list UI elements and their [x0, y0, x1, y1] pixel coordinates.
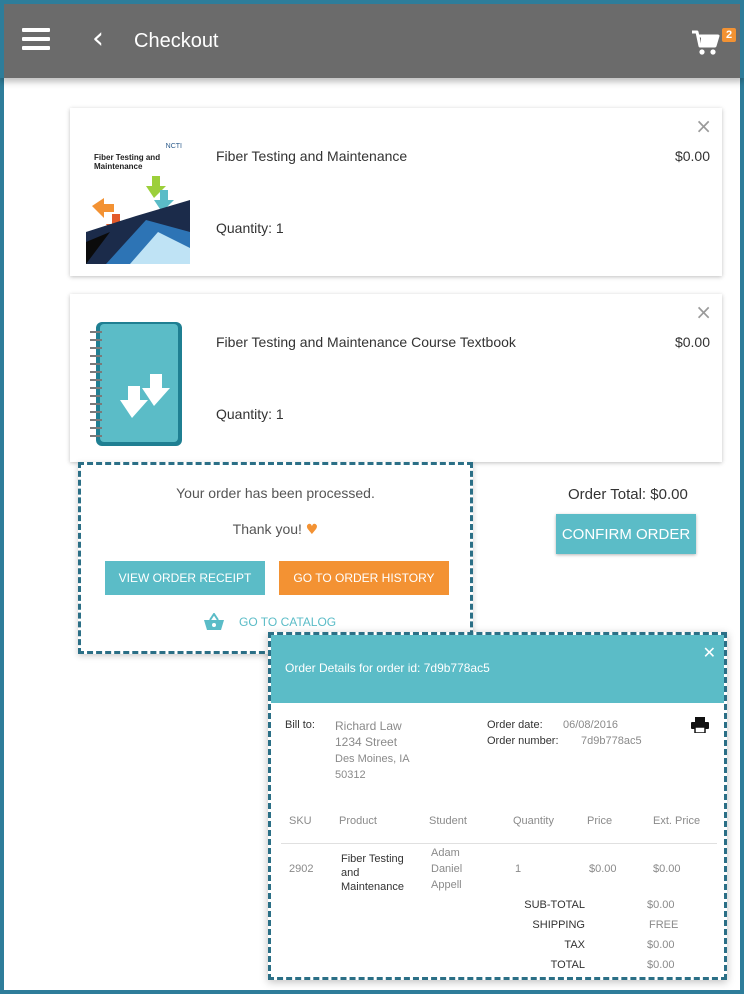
cart-item-card: Fiber Testing and Maintenance Course Tex…: [70, 294, 722, 462]
cover-title-line1: Fiber Testing and: [94, 153, 160, 162]
shopping-cart-icon[interactable]: [690, 28, 720, 58]
bill-to-zip: 50312: [335, 769, 366, 781]
shopping-basket-icon: [204, 613, 224, 630]
cart-item-card: NCTI Fiber Testing and Maintenance Fiber…: [70, 108, 722, 276]
view-order-receipt-button[interactable]: VIEW ORDER RECEIPT: [105, 561, 265, 595]
order-total-label: Order Total:: [568, 486, 647, 503]
row-ext-price: $0.00: [653, 863, 681, 875]
order-history-button[interactable]: GO TO ORDER HISTORY: [279, 561, 449, 595]
app-bar: ‹ Checkout 2: [0, 0, 744, 78]
col-sku: SKU: [289, 815, 312, 827]
remove-item-close-icon[interactable]: ×: [695, 300, 712, 324]
quantity-label: Quantity:: [216, 406, 273, 422]
hamburger-menu-icon[interactable]: [22, 28, 50, 52]
cart-item-quantity: Quantity: 1: [216, 220, 284, 236]
heart-icon: ♥: [305, 522, 319, 538]
quantity-label: Quantity:: [216, 220, 273, 236]
col-ext-price: Ext. Price: [653, 815, 701, 827]
order-total: Order Total: $0.00: [568, 486, 688, 503]
thank-you-text: Thank you!: [232, 521, 302, 537]
bill-to-name: Richard Law: [335, 719, 402, 733]
col-price: Price: [587, 815, 613, 827]
row-quantity: 1: [515, 863, 522, 875]
subtotal-value: $0.00: [647, 899, 675, 911]
row-price: $0.00: [589, 863, 617, 875]
cart-item-name[interactable]: Fiber Testing and Maintenance Course Tex…: [216, 334, 516, 350]
col-quantity: Quantity: [513, 815, 554, 827]
cart-item-price: $0.00: [674, 148, 710, 164]
confirm-order-button[interactable]: CONFIRM ORDER: [556, 514, 696, 554]
row-student-line2: Daniel: [431, 863, 463, 875]
back-chevron-icon[interactable]: ‹: [92, 24, 112, 54]
table-divider: [281, 843, 717, 844]
cover-brand-text: NCTI: [166, 143, 182, 150]
total-label: TOTAL: [550, 959, 585, 971]
quantity-value[interactable]: 1: [276, 220, 284, 236]
shipping-label: SHIPPING: [532, 919, 585, 931]
dialog-header: Order Details for order id: 7d9b778ac5 ✕: [271, 635, 724, 703]
quantity-value[interactable]: 1: [276, 406, 284, 422]
order-total-value: $0.00: [650, 486, 688, 503]
thank-you-message: Thank you! ♥: [81, 521, 470, 538]
tax-label: TAX: [564, 939, 585, 951]
row-product-line2: and: [341, 867, 360, 879]
bill-to-street: 1234 Street: [335, 735, 398, 749]
row-product-line3: Maintenance: [341, 881, 404, 893]
course-cover-thumbnail: NCTI Fiber Testing and Maintenance: [86, 136, 190, 264]
page-title: Checkout: [134, 30, 219, 52]
order-number-value: 7d9b778ac5: [581, 735, 642, 747]
bill-to-city: Des Moines, IA: [335, 753, 410, 765]
cart-item-name[interactable]: Fiber Testing and Maintenance: [216, 148, 407, 164]
close-dialog-icon[interactable]: ✕: [703, 643, 716, 662]
order-date-label: Order date:: [487, 719, 543, 731]
row-sku: 2902: [289, 863, 314, 875]
tax-value: $0.00: [647, 939, 675, 951]
cart-item-price: $0.00: [674, 334, 710, 350]
bill-to-label: Bill to:: [285, 719, 315, 731]
order-details-dialog: Order Details for order id: 7d9b778ac5 ✕…: [268, 632, 727, 980]
row-product-line1: Fiber Testing: [341, 853, 404, 865]
col-student: Student: [429, 815, 467, 827]
go-to-catalog-link[interactable]: GO TO CATALOG: [203, 613, 336, 631]
subtotal-label: SUB-TOTAL: [524, 899, 585, 911]
shipping-value: FREE: [649, 919, 679, 931]
order-number-label: Order number:: [487, 735, 559, 747]
cart-item-quantity: Quantity: 1: [216, 406, 284, 422]
order-processed-dialog: Your order has been processed. Thank you…: [78, 462, 473, 654]
catalog-link-text: GO TO CATALOG: [239, 615, 337, 629]
order-date-value: 06/08/2016: [563, 719, 619, 731]
row-student-line1: Adam: [431, 847, 460, 859]
col-product: Product: [339, 815, 377, 827]
cart-count-badge: 2: [722, 28, 737, 42]
order-details-title: Order Details for order id: 7d9b778ac5: [285, 661, 490, 675]
cover-title-line2: Maintenance: [94, 162, 143, 171]
textbook-thumbnail: [90, 322, 182, 446]
total-value: $0.00: [647, 959, 675, 971]
print-icon[interactable]: [691, 717, 709, 733]
remove-item-close-icon[interactable]: ×: [695, 114, 712, 138]
order-processed-message: Your order has been processed.: [176, 485, 375, 501]
row-student-line3: Appell: [431, 879, 462, 891]
